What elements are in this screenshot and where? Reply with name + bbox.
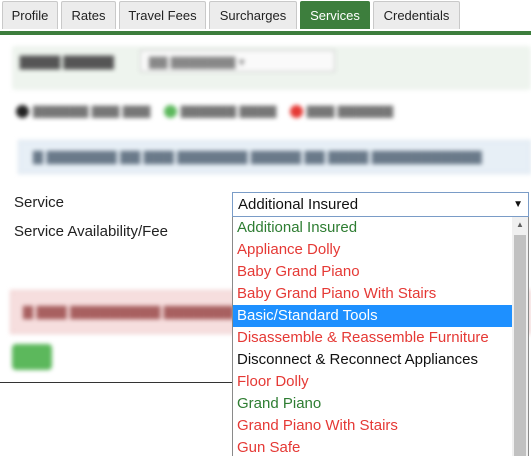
legend-dot-icon bbox=[163, 105, 177, 119]
dropdown-option[interactable]: Baby Grand Piano bbox=[233, 261, 513, 283]
scrollbar-thumb[interactable] bbox=[514, 235, 526, 456]
dropdown-option[interactable]: Baby Grand Piano With Stairs bbox=[233, 283, 513, 305]
dropdown-option[interactable]: Floor Dolly bbox=[233, 371, 513, 393]
tab-surcharges[interactable]: Surcharges bbox=[209, 1, 297, 29]
tab-credentials[interactable]: Credentials bbox=[373, 1, 460, 29]
divider bbox=[0, 382, 246, 383]
scrollbar[interactable]: ▲ bbox=[512, 217, 528, 456]
tab-travel-fees[interactable]: Travel Fees bbox=[119, 1, 206, 29]
service-types-select[interactable]: ▇▇ ▇▇▇▇▇▇▇ ▾ bbox=[140, 50, 335, 72]
service-select-value: Additional Insured bbox=[238, 196, 359, 213]
legend-dot-icon bbox=[289, 105, 303, 119]
dropdown-option[interactable]: Additional Insured bbox=[233, 217, 513, 239]
service-types-label: ▇▇▇▇ ▇▇▇▇▇ bbox=[20, 54, 114, 69]
service-availability-label: Service Availability/Fee bbox=[14, 223, 168, 240]
info-alert: ▇ ▇▇▇▇▇▇▇ ▇▇ ▇▇▇ ▇▇▇▇▇▇▇ ▇▇▇▇▇ ▇▇ ▇▇▇▇ ▇… bbox=[18, 140, 531, 174]
legend: ▇▇▇▇▇▇ ▇▇▇ ▇▇▇ ▇▇▇▇▇▇ ▇▇▇▇ ▇▇▇ ▇▇▇▇▇▇ bbox=[16, 104, 393, 119]
dropdown-option[interactable]: Gun Safe bbox=[233, 437, 513, 456]
dropdown-option[interactable]: Disconnect & Reconnect Appliances bbox=[233, 349, 513, 371]
tab-profile[interactable]: Profile bbox=[2, 1, 58, 29]
dropdown-option[interactable]: Disassemble & Reassemble Furniture bbox=[233, 327, 513, 349]
tab-rates[interactable]: Rates bbox=[61, 1, 116, 29]
service-select[interactable]: Additional Insured ▼ bbox=[232, 192, 529, 217]
save-button[interactable] bbox=[12, 344, 52, 370]
dropdown-arrow-icon[interactable]: ▼ bbox=[513, 193, 523, 216]
service-dropdown-list[interactable]: Gun Safe Grand Piano With Stairs Grand Pia… bbox=[232, 217, 529, 456]
scroll-up-icon[interactable]: ▲ bbox=[512, 217, 528, 233]
service-label: Service bbox=[14, 194, 65, 211]
tab-services[interactable]: Services bbox=[300, 1, 370, 29]
dropdown-option[interactable]: Appliance Dolly bbox=[233, 239, 513, 261]
dropdown-option[interactable]: Basic/Standard Tools bbox=[233, 305, 513, 327]
dropdown-option[interactable]: Grand Piano With Stairs bbox=[233, 415, 513, 437]
legend-dot-icon bbox=[16, 105, 29, 119]
dropdown-option[interactable]: Grand Piano bbox=[233, 393, 513, 415]
tab-bar: Profile Rates Travel Fees Surcharges Ser… bbox=[0, 0, 531, 35]
